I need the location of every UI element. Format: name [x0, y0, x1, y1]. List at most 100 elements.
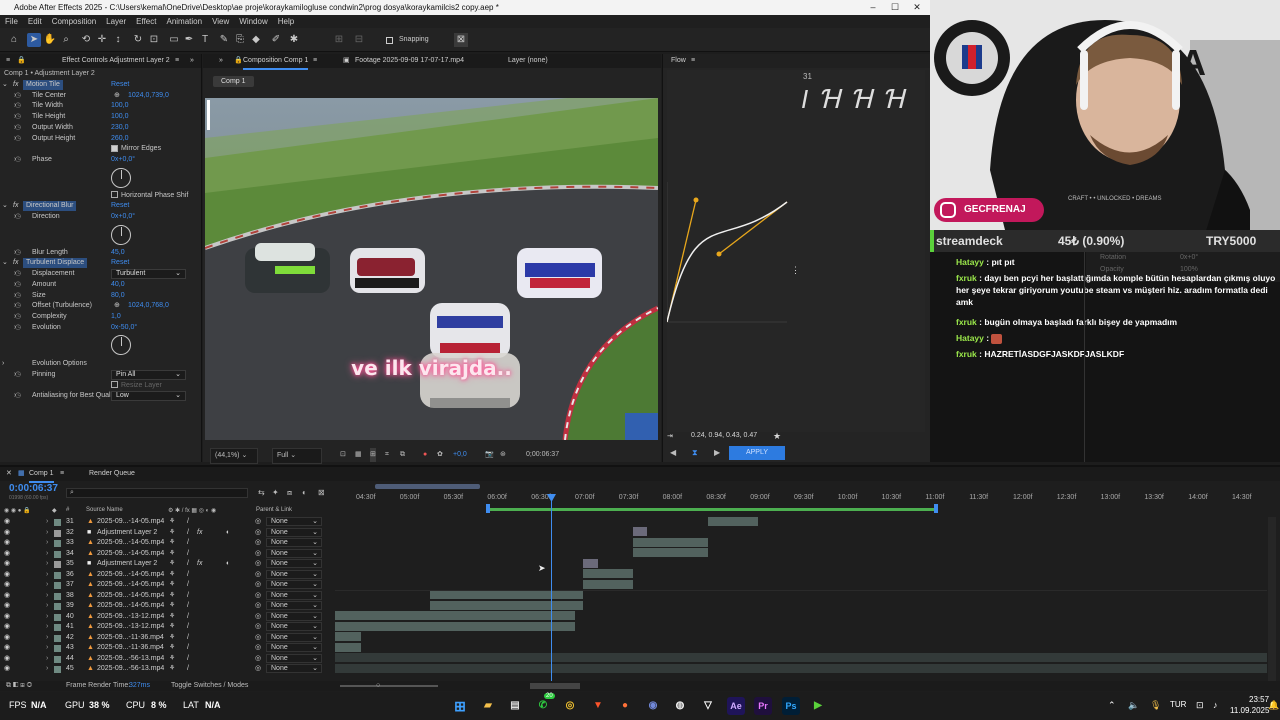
twirl-icon[interactable]: › [46, 549, 48, 559]
twirl-icon[interactable]: › [46, 538, 48, 548]
parent-dropdown[interactable]: None ⌄ [266, 622, 322, 631]
layer-name[interactable]: 2025-09...-13-12.mp4 [97, 622, 164, 632]
layer-bar[interactable] [430, 601, 583, 610]
time-ruler[interactable]: 04:30f 05:00f 05:30f 06:00f 06:30f 07:00f 07:3… [0, 467, 1280, 507]
layer-row[interactable]: ◉ › 41 ▲ 2025-09...-13-12.mp4 ⚘ / ◎ None ⌄ [0, 622, 330, 633]
tray-overflow-icon[interactable]: ⌃ [1108, 700, 1116, 711]
layer-row[interactable]: ◉ › 38 ▲ 2025-09...-14-05.mp4 ⚘ / ◎ None ⌄ [0, 590, 330, 602]
pickwhip-icon[interactable]: ◎ [255, 664, 261, 674]
brush-tool-icon[interactable]: ✎ [217, 33, 231, 47]
quality-switch-icon[interactable]: / [187, 612, 189, 622]
stopwatch-icon[interactable]: ◷ [15, 101, 21, 111]
lock-icon[interactable]: 🔒 [17, 54, 26, 68]
crosshair-icon[interactable]: ⊕ [114, 301, 120, 311]
panel-menu-icon[interactable]: ≡ [175, 54, 179, 68]
snapping-checkbox[interactable] [386, 36, 396, 45]
flow-bezier-values[interactable]: 0.24, 0.94, 0.43, 0.47 [691, 432, 757, 439]
layer-row[interactable]: ◉ › 42 ▲ 2025-09...-11-36.mp4 ⚘ / ◎ None ⌄ [0, 632, 330, 644]
source-name-header[interactable]: Source Name [86, 507, 123, 513]
visibility-eye-icon[interactable]: ◉ [4, 654, 10, 664]
whatsapp-icon[interactable]: ✆ [534, 697, 552, 715]
effect-row[interactable]: › ◷ Blur Length 45,0 [0, 248, 200, 258]
speaker-icon[interactable]: ♪ [1213, 700, 1218, 710]
fx-icon[interactable]: fx [13, 201, 18, 211]
menu-edit[interactable]: Edit [23, 15, 47, 28]
stopwatch-icon[interactable]: ◷ [15, 248, 21, 258]
orbit-tool-icon[interactable]: ⟲ [79, 33, 93, 47]
effect-property-value[interactable]: 1024,0,739,0 [128, 91, 169, 101]
pen-tool-icon[interactable]: ✒ [182, 33, 196, 47]
comp-panel-menu-icon[interactable]: ≡ [313, 54, 317, 68]
layer-name[interactable]: 2025-09...-14-05.mp4 [97, 591, 164, 601]
parent-dropdown[interactable]: None ⌄ [266, 590, 322, 600]
pickwhip-icon[interactable]: ◎ [255, 612, 261, 622]
work-area-bar[interactable] [488, 508, 936, 511]
twirl-icon[interactable]: ⌄ [2, 258, 8, 268]
quality-switch-icon[interactable]: / [187, 633, 189, 643]
twirl-icon[interactable]: › [46, 643, 48, 653]
adjustment-switch-icon[interactable]: ◐ [226, 528, 230, 538]
rectangle-tool-icon[interactable]: ▭ [167, 33, 181, 47]
reset-link[interactable]: Reset [111, 201, 129, 211]
fx-switch-icon[interactable]: fx [197, 528, 202, 538]
reset-link[interactable]: Reset [111, 258, 129, 268]
twirl-icon[interactable]: › [46, 559, 48, 569]
effect-dropdown[interactable]: Low ⌄ [111, 391, 186, 402]
visibility-eye-icon[interactable]: ◉ [4, 622, 10, 632]
microphone-icon[interactable]: 🎙 [1150, 700, 1161, 711]
fx-icon[interactable]: fx [13, 80, 18, 90]
region-of-interest-icon[interactable]: ⊡ [340, 448, 346, 462]
effect-row[interactable]: ⌄ fx Directional Blur Reset [0, 201, 200, 212]
quality-switch-icon[interactable]: / [187, 591, 189, 601]
quality-switch-icon[interactable]: / [187, 643, 189, 653]
quality-switch-icon[interactable]: / [187, 622, 189, 632]
current-time-indicator[interactable] [551, 494, 552, 684]
label-color-swatch[interactable] [54, 582, 61, 589]
effect-property-value[interactable]: 40,0 [111, 280, 125, 290]
effect-row[interactable]: ⌄ fx Turbulent Displace Reset [0, 258, 200, 269]
flow-import-icon[interactable]: ⇥ [667, 432, 673, 440]
parent-dropdown[interactable]: None ⌄ [266, 611, 322, 621]
label-color-swatch[interactable] [54, 571, 61, 579]
selection-tool-icon[interactable]: ➤ [27, 33, 41, 47]
quality-switch-icon[interactable]: / [187, 517, 189, 527]
flow-tab[interactable]: Flow [671, 54, 686, 68]
zoom-dropdown[interactable]: (44,1%) ⌄ [210, 448, 258, 464]
pickwhip-icon[interactable]: ◎ [255, 549, 261, 559]
layer-row[interactable]: ◉ › 44 ▲ 2025-09...-56-13.mp4 ⚘ / ◎ None ⌄ [0, 653, 330, 665]
align-icon[interactable]: ⊞ [332, 33, 346, 47]
volume-icon[interactable]: 🔈 [1128, 700, 1139, 711]
notification-icon[interactable]: 🔔 [1268, 700, 1279, 711]
shy-switch-icon[interactable]: ⚘ [169, 622, 175, 632]
comp-navigator-chip[interactable]: Comp 1 [213, 76, 254, 87]
fx-switch-icon[interactable]: fx [197, 559, 202, 569]
effect-row[interactable]: › ◷ Direction 0x+0,0° [0, 212, 200, 222]
layer-bar[interactable] [633, 548, 708, 557]
shy-switch-icon[interactable]: ⚘ [169, 664, 175, 674]
twirl-icon[interactable]: › [2, 359, 4, 369]
angle-dial[interactable] [111, 335, 131, 356]
layer-name[interactable]: 2025-09...-13-12.mp4 [97, 612, 164, 622]
pickwhip-icon[interactable]: ◎ [255, 580, 261, 590]
stopwatch-icon[interactable]: ◷ [15, 91, 21, 101]
visibility-eye-icon[interactable]: ◉ [4, 528, 10, 538]
color-channels-icon[interactable]: ● [423, 448, 427, 462]
parent-link-header[interactable]: Parent & Link [256, 507, 292, 513]
notepad-icon[interactable]: ▤ [506, 697, 524, 715]
reset-link[interactable]: Reset [111, 80, 129, 90]
pan-behind-tool-icon[interactable]: ⊡ [147, 33, 161, 47]
layer-name[interactable]: Adjustment Layer 2 [97, 559, 157, 569]
stopwatch-icon[interactable]: ◷ [15, 312, 21, 322]
expand-left-icon[interactable]: » [219, 54, 223, 68]
menu-effect[interactable]: Effect [131, 15, 161, 28]
layer-row[interactable]: ◉ › 32 ■ Adjustment Layer 2 ⚘ / fx ◐ ◎ None ⌄ [0, 527, 330, 539]
effect-row[interactable]: › ◷ Tile Width 100,0 [0, 101, 200, 111]
composition-viewer[interactable]: ve ilk virajda.. [205, 98, 658, 440]
chrome-icon[interactable]: ◎ [561, 697, 579, 715]
twirl-icon[interactable]: › [46, 612, 48, 622]
work-area-end-handle[interactable] [934, 504, 938, 513]
effect-row[interactable]: › ◷ Evolution 0x-50,0° [0, 323, 200, 333]
stopwatch-icon[interactable]: ◷ [15, 291, 21, 301]
transparency-grid-icon[interactable]: ▦ [355, 448, 362, 462]
photoshop-icon[interactable]: Ps [782, 697, 800, 715]
